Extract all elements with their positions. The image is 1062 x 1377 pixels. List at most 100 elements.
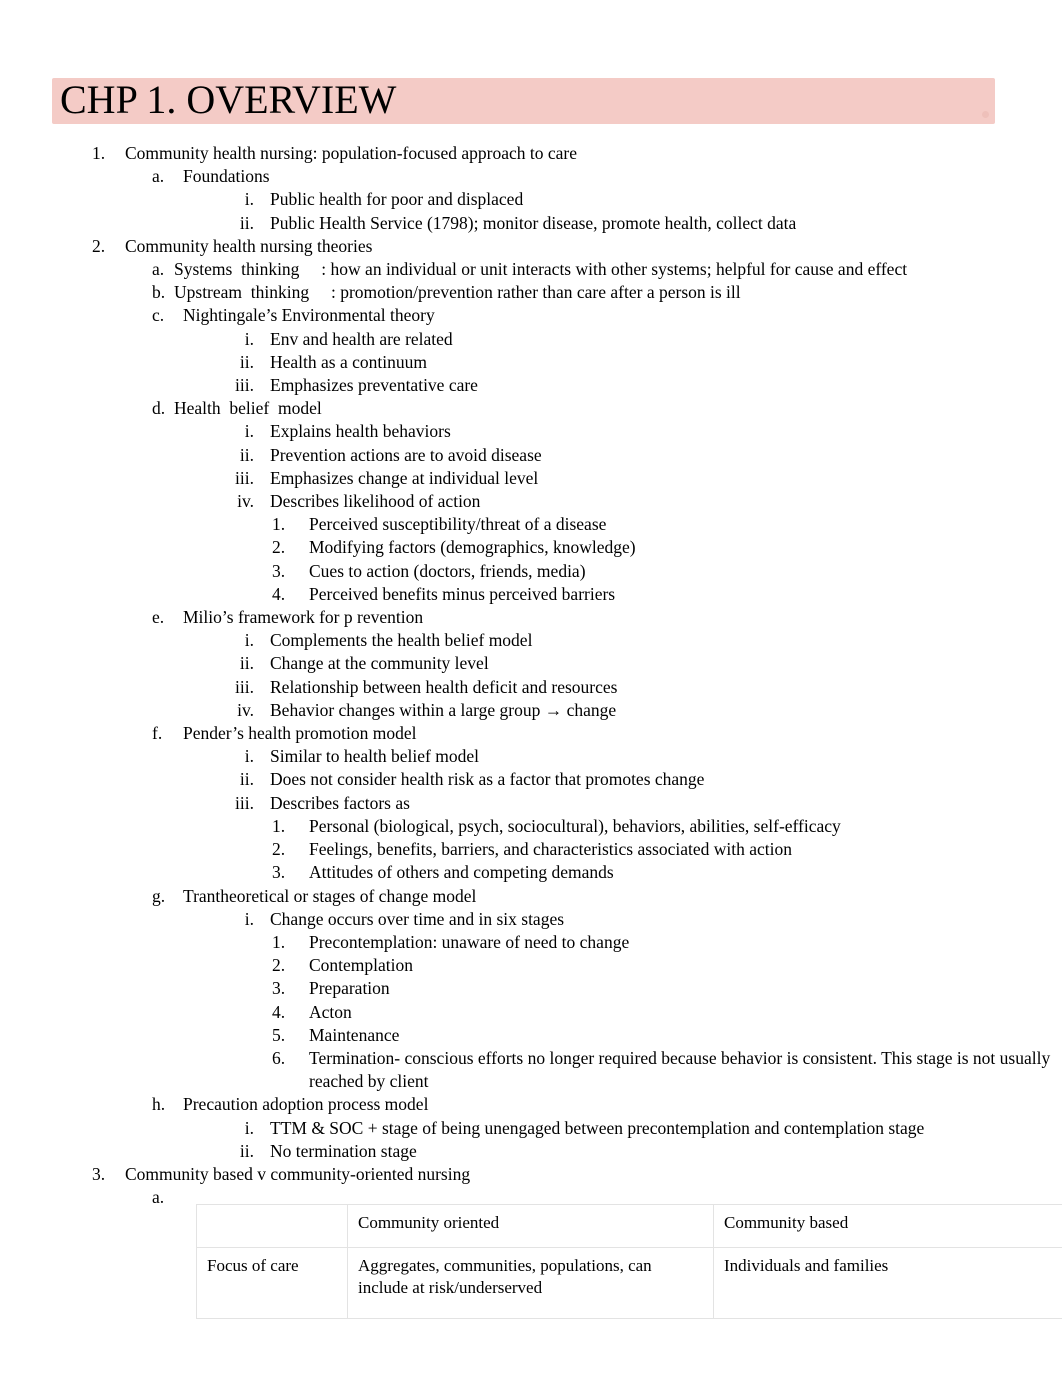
outline-text: Foundations (183, 166, 270, 187)
outline-marker: iii. (235, 375, 254, 396)
outline-marker: e. (152, 607, 165, 628)
outline-item: f. Pender’s health promotion model (0, 722, 1062, 745)
table-header-cell-community-based: Community based (713, 1204, 1062, 1248)
outline-item: 3. Community based v community-oriented n… (0, 1163, 1062, 1186)
outline-item: e. Milio’s framework for p revention (0, 606, 1062, 629)
outline-marker: i. (244, 746, 254, 767)
outline-marker: a. (152, 166, 165, 187)
outline-text: Contemplation (309, 955, 414, 976)
outline-marker: ii. (239, 769, 254, 790)
outline-marker: 1. (272, 931, 286, 952)
outline-item: 4. Perceived benefits minus perceived bar… (0, 583, 1062, 606)
outline-text: No termination stage (270, 1140, 417, 1161)
outline-marker: i. (244, 189, 254, 210)
outline-text: Perceived benefits minus perceived barri… (309, 583, 616, 604)
outline-text: Modifying factors (demographics, knowled… (309, 537, 636, 558)
outline-marker: d. (152, 398, 166, 419)
outline-text: Nightingale’s Environmental theory (183, 305, 435, 326)
document-page: CHP 1. OVERVIEW 1. Community health nursi… (0, 0, 1062, 1377)
outline-item: ii. Does not consider health risk as a fa… (0, 768, 1062, 791)
outline-marker: iii. (235, 467, 254, 488)
outline-text: Feelings, benefits, barriers, and charac… (309, 839, 793, 860)
comparison-table-wrapper: Community oriented Community based Focus… (196, 1204, 1062, 1319)
outline-marker: b. (152, 282, 166, 303)
outline-text: Perceived susceptibility/threat of a dis… (309, 514, 607, 535)
outline-marker: 2. (272, 537, 286, 558)
outline-text: Describes factors as (270, 792, 410, 813)
outline-text: Explains health behaviors (270, 421, 451, 442)
outline-text: Milio’s framework for p revention (183, 607, 424, 628)
outline-text: Env and health are related (270, 328, 453, 349)
outline-item: 3. Attitudes of others and competing dema… (0, 861, 1062, 884)
outline-text: Systems thinking : how an individual or … (174, 259, 908, 280)
outline-item: 5. Maintenance (0, 1024, 1062, 1047)
outline-text: Acton (309, 1001, 352, 1022)
outline-text: Similar to health belief model (270, 746, 479, 767)
outline-item: b. Upstream thinking : promotion/preventi… (0, 281, 1062, 304)
outline-item: i. Change occurs over time and in six sta… (0, 908, 1062, 931)
outline-marker: 2. (272, 839, 286, 860)
outline-item: a. Systems thinking : how an individual o… (0, 258, 1062, 281)
outline-marker: h. (152, 1094, 166, 1115)
outline-marker: 3. (92, 1163, 106, 1184)
table-header-cell-empty (196, 1204, 348, 1248)
title-block: CHP 1. OVERVIEW (0, 77, 1062, 134)
outline-item: 1. Precontemplation: unaware of need to c… (0, 931, 1062, 954)
outline-marker: f. (152, 723, 163, 744)
table-cell-community-oriented: Aggregates, communities, populations, ca… (347, 1247, 714, 1319)
outline-item: d. Health belief model (0, 397, 1062, 420)
outline-text: Health belief model (174, 398, 322, 419)
outline-marker: a. (152, 1187, 165, 1208)
outline-marker: 5. (272, 1024, 286, 1045)
outline-marker: 6. (272, 1047, 286, 1068)
table-header-row: Community oriented Community based (196, 1204, 1062, 1248)
outline-text: Maintenance (309, 1024, 400, 1045)
outline-text: Public health for poor and displaced (270, 189, 524, 210)
outline-marker: 3. (272, 862, 286, 883)
outline-marker: iii. (235, 792, 254, 813)
outline-item: 2. Feelings, benefits, barriers, and char… (0, 838, 1062, 861)
outline-text: Relationship between health deficit and … (270, 676, 618, 697)
outline-marker: 3. (272, 978, 286, 999)
outline-marker: 4. (272, 1001, 286, 1022)
outline-marker: 2. (92, 235, 106, 256)
outline-text: Precaution adoption process model (183, 1094, 429, 1115)
outline-item: g. Trantheoretical or stages of change mo… (0, 885, 1062, 908)
outline-marker: c. (152, 305, 165, 326)
outline-item: ii. Prevention actions are to avoid disea… (0, 444, 1062, 467)
outline-text: Public Health Service (1798); monitor di… (270, 212, 797, 233)
outline-marker: g. (152, 885, 166, 906)
outline-text: Change at the community level (270, 653, 489, 674)
table-cell-row-label: Focus of care (196, 1247, 348, 1319)
outline-marker: a. (152, 259, 165, 280)
outline-item: i. Similar to health belief model (0, 745, 1062, 768)
outline-marker: iii. (235, 676, 254, 697)
outline-text: Termination- conscious efforts no longer… (309, 1047, 1055, 1092)
outline-text: Complements the health belief model (270, 630, 533, 651)
outline-item: iii. Emphasizes change at individual leve… (0, 467, 1062, 490)
outline-text: Trantheoretical or stages of change mode… (183, 885, 477, 906)
outline-item: i. Explains health behaviors (0, 420, 1062, 443)
outline-item: iv. Describes likelihood of action (0, 490, 1062, 513)
table-cell-community-based: Individuals and families (713, 1247, 1062, 1319)
outline-item: iv. Behavior changes within a large group… (0, 699, 1062, 722)
outline-text: Describes likelihood of action (270, 491, 481, 512)
outline-item: h. Precaution adoption process model (0, 1093, 1062, 1116)
outline-text: Preparation (309, 978, 390, 999)
outline-marker: iv. (237, 699, 254, 720)
outline-item: iii. Describes factors as (0, 792, 1062, 815)
outline-list: 1. Community health nursing: population-f… (0, 142, 1062, 1209)
outline-item: 2. Contemplation (0, 954, 1062, 977)
table-row: Focus of care Aggregates, communities, p… (196, 1247, 1062, 1319)
outline-marker: ii. (239, 1140, 254, 1161)
outline-text: Community based v community-oriented nur… (125, 1163, 471, 1184)
outline-marker: i. (244, 1117, 254, 1138)
outline-text: Prevention actions are to avoid disease (270, 444, 542, 465)
outline-marker: 1. (272, 514, 286, 535)
outline-marker: ii. (239, 212, 254, 233)
outline-item: 2. Modifying factors (demographics, knowl… (0, 536, 1062, 559)
outline-marker: 1. (92, 143, 106, 163)
outline-marker: 4. (272, 583, 286, 604)
outline-marker: i. (244, 908, 254, 929)
outline-item: 3. Preparation (0, 977, 1062, 1000)
